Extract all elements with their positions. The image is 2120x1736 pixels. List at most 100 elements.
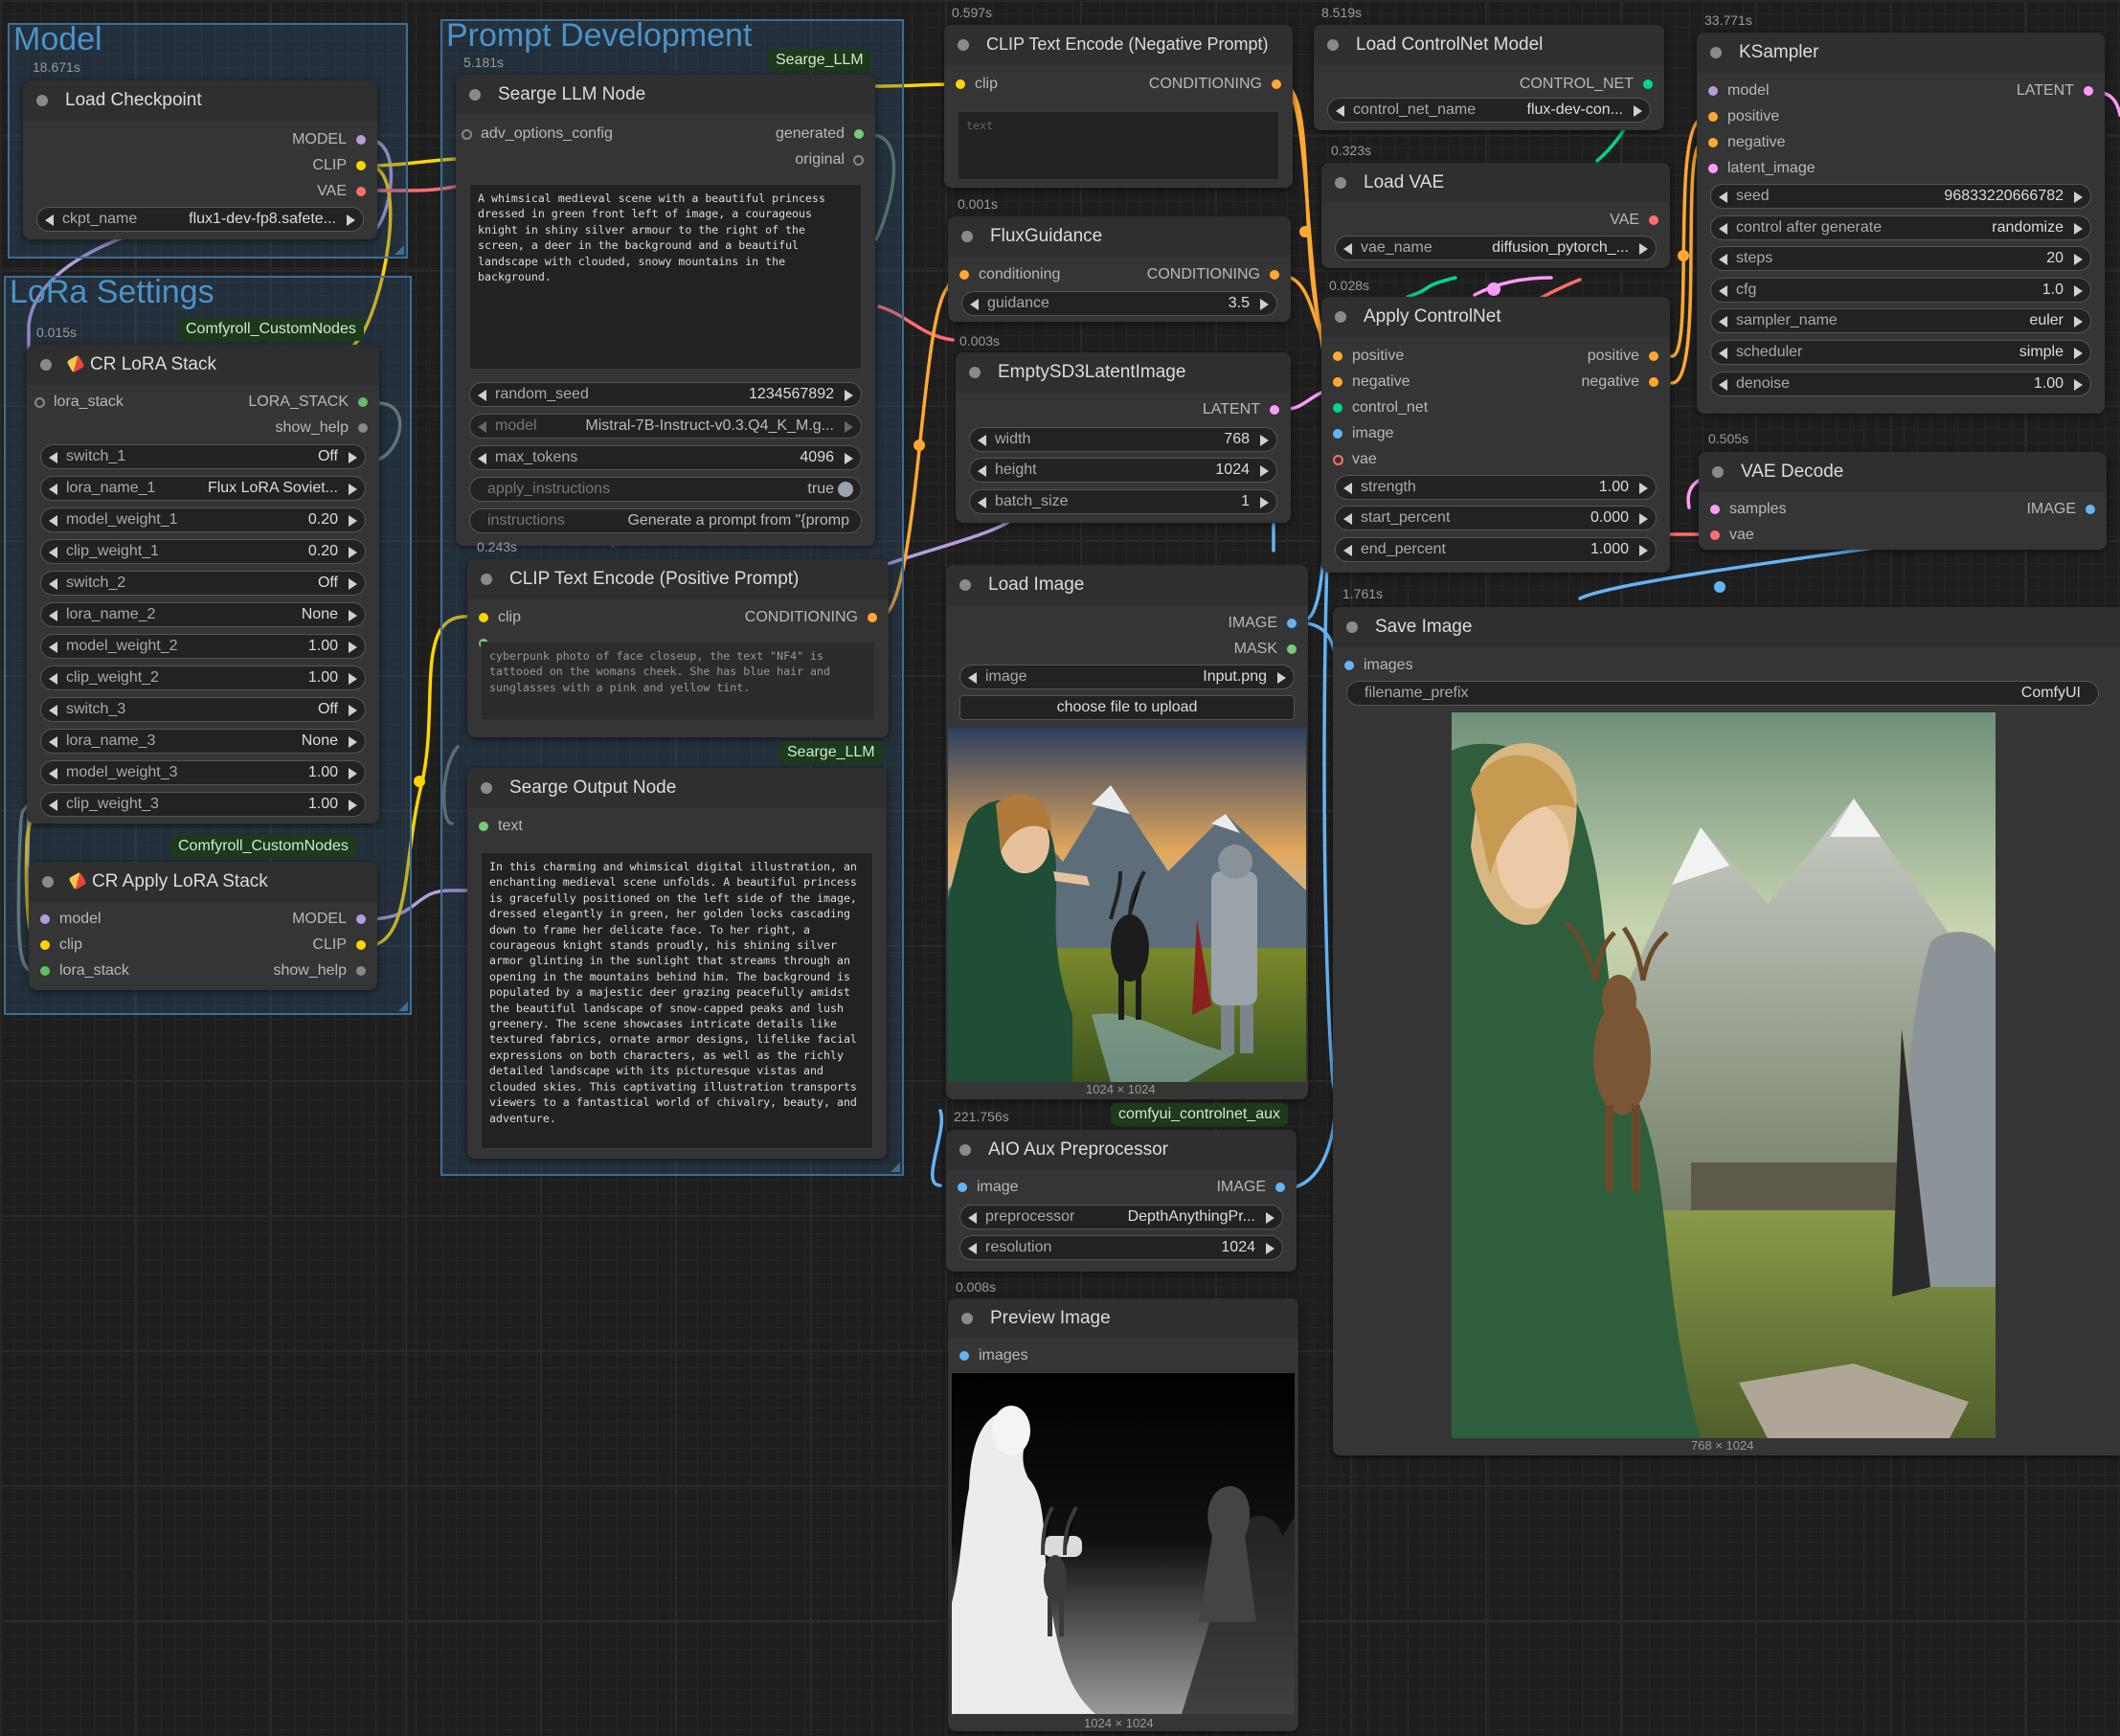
arrow-right-icon[interactable] (2074, 379, 2083, 391)
node-load-controlnet-model[interactable]: Load ControlNet Model CONTROL_NET contro… (1314, 25, 1664, 130)
clip-weight-1-number[interactable]: clip_weight_1 0.20 (40, 539, 366, 564)
toggle-knob-icon[interactable] (838, 482, 853, 497)
arrow-right-icon[interactable] (1639, 513, 1648, 525)
output-image[interactable]: IMAGE (1228, 613, 1297, 634)
input-adv-options-config[interactable]: adv_options_config (462, 124, 613, 145)
arrow-left-icon[interactable] (49, 578, 57, 590)
width-number[interactable]: width 768 (969, 427, 1277, 452)
arrow-left-icon[interactable] (49, 736, 57, 748)
arrow-right-icon[interactable] (349, 800, 357, 811)
node-header[interactable]: Save Image (1333, 607, 2120, 647)
scheduler-combo[interactable]: scheduler simple (1710, 340, 2091, 365)
output-conditioning[interactable]: CONDITIONING (745, 607, 877, 628)
output-generated[interactable]: generated (776, 124, 864, 145)
end-percent-number[interactable]: end_percent 1.000 (1335, 537, 1657, 562)
arrow-left-icon[interactable] (1719, 316, 1727, 327)
arrow-left-icon[interactable] (1719, 379, 1727, 391)
input-negative[interactable]: negative (1708, 132, 1786, 153)
arrow-right-icon[interactable] (1260, 465, 1269, 477)
input-model[interactable]: model (1708, 80, 1770, 101)
node-header[interactable]: Load Image (946, 565, 1308, 605)
collapse-dot-icon[interactable] (1335, 177, 1346, 189)
arrow-right-icon[interactable] (2074, 192, 2083, 203)
node-cr-apply-lora-stack[interactable]: CR Apply LoRA Stack model clip lora_stac… (29, 862, 377, 990)
steps-number[interactable]: steps 20 (1710, 246, 2091, 271)
collapse-dot-icon[interactable] (969, 367, 981, 378)
arrow-left-icon[interactable] (968, 1212, 977, 1224)
node-header[interactable]: Load Checkpoint (23, 80, 377, 121)
control-net-name-combo[interactable]: control_net_name flux-dev-con... (1327, 98, 1651, 123)
arrow-left-icon[interactable] (45, 214, 54, 226)
arrow-left-icon[interactable] (49, 452, 57, 463)
output-clip[interactable]: CLIP (312, 935, 366, 956)
output-clip[interactable]: CLIP (312, 155, 366, 176)
node-apply-controlnet[interactable]: Apply ControlNet positive negative contr… (1321, 297, 1670, 573)
collapse-dot-icon[interactable] (1712, 466, 1724, 478)
node-header[interactable]: EmptySD3LatentImage (956, 352, 1291, 393)
input-latent-image[interactable]: latent_image (1708, 158, 1816, 179)
arrow-left-icon[interactable] (978, 497, 986, 508)
input-positive[interactable]: positive (1708, 106, 1779, 127)
arrow-right-icon[interactable] (349, 578, 357, 590)
max-tokens-number[interactable]: max_tokens 4096 (469, 445, 862, 470)
node-header[interactable]: CR Apply LoRA Stack (29, 862, 377, 902)
arrow-left-icon[interactable] (1719, 223, 1727, 235)
output-lora-stack[interactable]: LORA_STACK (248, 392, 368, 413)
arrow-left-icon[interactable] (49, 515, 57, 527)
collapse-dot-icon[interactable] (42, 876, 54, 888)
input-image[interactable]: image (958, 1177, 1019, 1198)
collapse-dot-icon[interactable] (36, 95, 48, 106)
output-model[interactable]: MODEL (292, 129, 366, 150)
input-vae[interactable]: vae (1710, 525, 1754, 546)
denoise-number[interactable]: denoise 1.00 (1710, 372, 2091, 396)
collapse-dot-icon[interactable] (481, 782, 492, 794)
input-text[interactable]: text (479, 816, 523, 837)
output-latent[interactable]: LATENT (2017, 80, 2093, 101)
choose-file-button[interactable]: choose file to upload (959, 695, 1295, 720)
arrow-right-icon[interactable] (349, 736, 357, 748)
arrow-right-icon[interactable] (845, 390, 853, 401)
output-positive[interactable]: positive (1588, 346, 1658, 367)
preprocessor-combo[interactable]: preprocessor DepthAnythingPr... (959, 1205, 1283, 1229)
height-number[interactable]: height 1024 (969, 458, 1277, 483)
arrow-right-icon[interactable] (2074, 223, 2083, 235)
arrow-right-icon[interactable] (1639, 483, 1648, 494)
output-show-help[interactable]: show_help (274, 960, 366, 981)
guidance-number[interactable]: guidance 3.5 (961, 291, 1277, 316)
arrow-right-icon[interactable] (349, 768, 357, 779)
arrow-left-icon[interactable] (1343, 545, 1352, 556)
arrow-left-icon[interactable] (1336, 105, 1344, 117)
switch-3-combo[interactable]: switch_3 Off (40, 697, 366, 722)
output-vae[interactable]: VAE (317, 181, 366, 202)
output-conditioning[interactable]: CONDITIONING (1147, 264, 1279, 285)
input-control-net[interactable]: control_net (1333, 397, 1428, 418)
output-text-display[interactable]: In this charming and whimsical digital i… (481, 852, 873, 1149)
input-lora-stack[interactable]: lora_stack (34, 392, 124, 413)
arrow-right-icon[interactable] (2074, 254, 2083, 265)
prompt-textarea[interactable]: A whimsical medieval scene with a beauti… (469, 184, 862, 370)
collapse-dot-icon[interactable] (961, 1313, 973, 1324)
instructions-text[interactable]: instructions Generate a prompt from "{pro… (469, 508, 862, 533)
node-searge-output[interactable]: Searge Output Node text In this charming… (467, 768, 887, 1159)
arrow-left-icon[interactable] (49, 768, 57, 779)
strength-number[interactable]: strength 1.00 (1335, 475, 1657, 500)
arrow-left-icon[interactable] (1343, 513, 1352, 525)
output-original[interactable]: original (795, 149, 864, 170)
arrow-right-icon[interactable] (349, 515, 357, 527)
arrow-right-icon[interactable] (1639, 243, 1648, 255)
arrow-left-icon[interactable] (978, 465, 986, 477)
switch-1-combo[interactable]: switch_1 Off (40, 444, 366, 469)
input-clip[interactable]: clip (479, 607, 521, 628)
node-header[interactable]: CLIP Text Encode (Positive Prompt) (467, 559, 889, 599)
node-empty-sd3-latent-image[interactable]: EmptySD3LatentImage LATENT width 768 heig… (956, 352, 1291, 523)
input-images[interactable]: images (1344, 655, 1413, 676)
node-header[interactable]: Load VAE (1321, 163, 1670, 203)
arrow-right-icon[interactable] (2074, 316, 2083, 327)
sampler-name-combo[interactable]: sampler_name euler (1710, 308, 2091, 333)
arrow-right-icon[interactable] (349, 452, 357, 463)
arrow-right-icon[interactable] (1277, 672, 1286, 684)
resize-grip-icon[interactable] (891, 1162, 900, 1172)
node-header[interactable]: VAE Decode (1699, 452, 2107, 492)
arrow-left-icon[interactable] (478, 453, 486, 464)
node-ksampler[interactable]: KSampler model positive negative latent_… (1697, 33, 2105, 414)
